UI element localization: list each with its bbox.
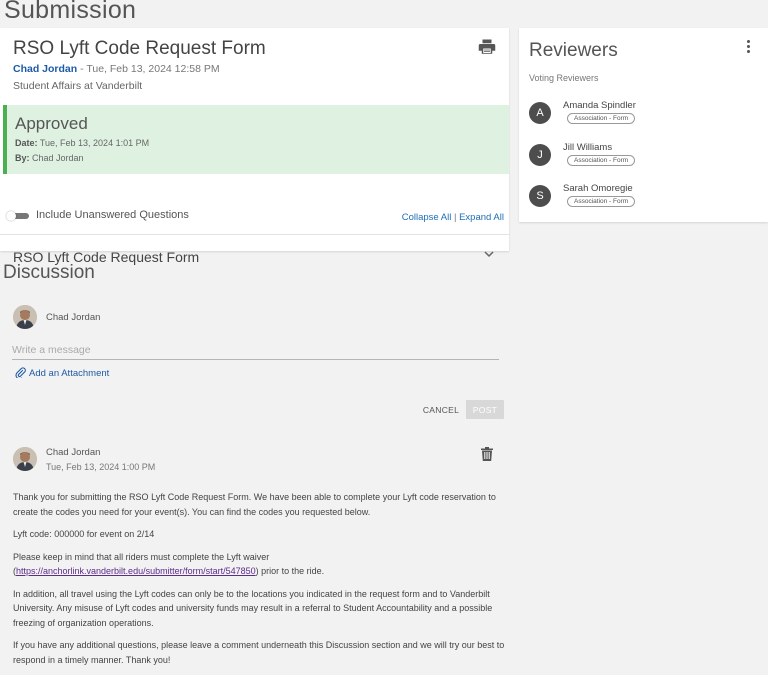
- comment-paragraph: If you have any additional questions, pl…: [13, 640, 505, 665]
- reviewer-name: Jill Williams: [563, 142, 613, 153]
- reviewer-item: J Jill Williams Association - Form: [529, 142, 759, 174]
- organization-name: Student Affairs at Vanderbilt: [13, 80, 143, 92]
- reviewer-name: Amanda Spindler: [563, 100, 636, 111]
- avatar: J: [529, 144, 551, 166]
- reviewer-name: Sarah Omoregie: [563, 183, 633, 194]
- reviewers-title: Reviewers: [529, 40, 618, 61]
- comment-paragraph: Lyft code: 000000 for event on 2/14: [13, 529, 155, 539]
- cancel-button[interactable]: CANCEL: [420, 401, 462, 419]
- avatar: [13, 447, 37, 471]
- reviewer-badge: Association - Form: [567, 155, 636, 166]
- submitted-date: - Tue, Feb 13, 2024 12:58 PM: [77, 63, 220, 75]
- divider: [0, 234, 509, 235]
- reviewer-item: S Sarah Omoregie Association - Form: [529, 183, 759, 215]
- avatar: S: [529, 185, 551, 207]
- reviewer-item: A Amanda Spindler Association - Form: [529, 100, 759, 132]
- reviewer-badge: Association - Form: [567, 196, 636, 207]
- avatar: [13, 305, 37, 329]
- add-attachment-link[interactable]: Add an Attachment: [15, 367, 110, 380]
- link-separator: |: [451, 212, 460, 223]
- comment-date: Tue, Feb 13, 2024 1:00 PM: [46, 462, 156, 472]
- message-input[interactable]: [12, 341, 499, 360]
- post-button[interactable]: POST: [466, 400, 504, 419]
- composer-user-name: Chad Jordan: [46, 312, 101, 323]
- form-title: RSO Lyft Code Request Form: [13, 38, 266, 59]
- avatar: A: [529, 102, 551, 124]
- waiver-link[interactable]: https://anchorlink.vanderbilt.edu/submit…: [16, 566, 256, 576]
- include-unanswered-toggle[interactable]: [6, 211, 29, 221]
- paperclip-icon: [15, 367, 26, 380]
- status-by: By: Chad Jordan: [15, 153, 84, 163]
- comment-paragraph: Please keep in mind that all riders must…: [13, 551, 325, 577]
- submitter-name[interactable]: Chad Jordan: [13, 63, 77, 75]
- reviewers-panel: Reviewers Voting Reviewers A Amanda Spin…: [519, 28, 768, 222]
- status-label: Approved: [15, 114, 88, 133]
- collapse-expand-links: Collapse All | Expand All: [402, 212, 504, 223]
- comment-paragraph: In addition, all travel using the Lyft c…: [13, 588, 493, 628]
- page-title: Submission: [4, 0, 137, 24]
- chevron-down-icon[interactable]: [484, 249, 494, 259]
- expand-all-link[interactable]: Expand All: [459, 212, 504, 223]
- status-date: Date: Tue, Feb 13, 2024 1:01 PM: [15, 138, 150, 148]
- trash-icon[interactable]: [481, 447, 493, 461]
- submission-card: RSO Lyft Code Request Form Chad Jordan -…: [0, 28, 509, 265]
- comment-author: Chad Jordan: [46, 447, 101, 458]
- reviewer-badge: Association - Form: [567, 113, 636, 124]
- print-icon[interactable]: [478, 38, 496, 56]
- add-attachment-label: Add an Attachment: [29, 368, 110, 379]
- submitter-line: Chad Jordan - Tue, Feb 13, 2024 12:58 PM: [13, 63, 220, 75]
- comment-paragraph: Thank you for submitting the RSO Lyft Co…: [13, 492, 496, 517]
- more-vert-icon[interactable]: [743, 40, 753, 56]
- discussion-title: Discussion: [3, 262, 95, 283]
- comment-body: Thank you for submitting the RSO Lyft Co…: [13, 490, 505, 675]
- include-unanswered-label: Include Unanswered Questions: [36, 209, 189, 221]
- voting-reviewers-label: Voting Reviewers: [529, 73, 599, 83]
- status-banner: Approved Date: Tue, Feb 13, 2024 1:01 PM…: [3, 105, 509, 174]
- collapse-all-link[interactable]: Collapse All: [402, 212, 452, 223]
